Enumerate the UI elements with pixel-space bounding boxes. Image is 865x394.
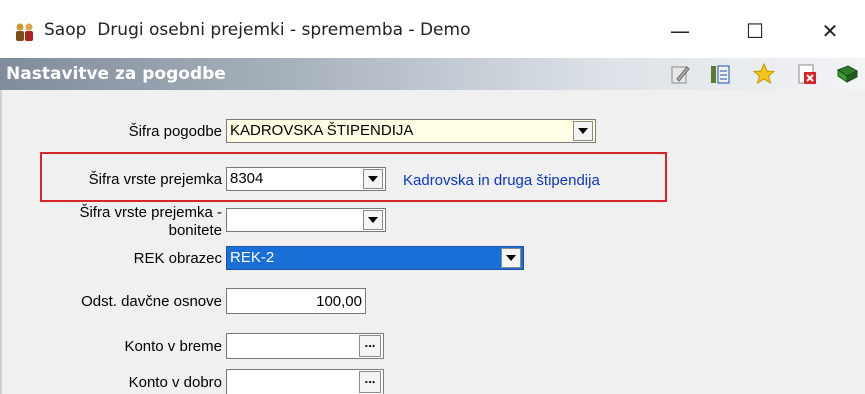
sifra-vrste-prejemka-label: Šifra vrste prejemka <box>88 171 222 188</box>
bonitete-label-line1: Šifra vrste prejemka - <box>79 204 222 221</box>
chevron-down-icon <box>368 176 378 182</box>
bonitete-select[interactable] <box>226 208 386 232</box>
sifra-pogodbe-dropdown-button[interactable] <box>573 121 593 141</box>
minimize-button[interactable]: — <box>660 14 700 48</box>
close-button[interactable]: ✕ <box>810 14 850 48</box>
prejemek-description: Kadrovska in druga štipendija <box>403 172 600 189</box>
panel-border <box>0 90 2 394</box>
columns-icon[interactable] <box>708 62 732 86</box>
konto-v-dobro-label: Konto v dobro <box>128 374 222 391</box>
rek-obrazec-dropdown-button[interactable] <box>501 248 521 268</box>
maximize-button[interactable]: ☐ <box>735 14 775 48</box>
chevron-down-icon <box>368 217 378 223</box>
edit-icon[interactable] <box>668 62 692 86</box>
konto-v-breme-label: Konto v breme <box>124 338 222 355</box>
sifra-pogodbe-select[interactable]: KADROVSKA ŠTIPENDIJA <box>226 119 596 143</box>
bonitete-dropdown-button[interactable] <box>363 210 383 230</box>
section-header: Nastavitve za pogodbe <box>0 58 865 90</box>
rek-obrazec-select[interactable]: REK-2 <box>226 246 524 270</box>
konto-v-breme-browse-button[interactable]: ... <box>359 335 381 357</box>
sifra-pogodbe-label: Šifra pogodbe <box>128 123 222 140</box>
app-icon <box>16 23 33 41</box>
odst-davcne-osnove-input[interactable]: 100,00 <box>226 288 366 314</box>
delete-icon[interactable] <box>795 62 819 86</box>
title-bar: Saop Drugi osebni prejemki - sprememba -… <box>0 0 865 58</box>
rek-obrazec-label: REK obrazec <box>133 250 222 267</box>
bonitete-label-line2: bonitete <box>168 222 222 239</box>
konto-v-dobro-browse-button[interactable]: ... <box>359 371 381 393</box>
chevron-down-icon <box>506 255 516 261</box>
chevron-down-icon <box>578 128 588 134</box>
star-icon[interactable] <box>752 62 776 86</box>
sifra-vrste-prejemka-select[interactable]: 8304 <box>226 167 386 191</box>
sifra-vrste-prejemka-dropdown-button[interactable] <box>363 169 383 189</box>
window-title: Saop Drugi osebni prejemki - sprememba -… <box>44 20 471 40</box>
book-icon[interactable] <box>835 62 859 86</box>
section-title: Nastavitve za pogodbe <box>6 64 226 84</box>
odst-davcne-osnove-label: Odst. davčne osnove <box>81 293 222 310</box>
